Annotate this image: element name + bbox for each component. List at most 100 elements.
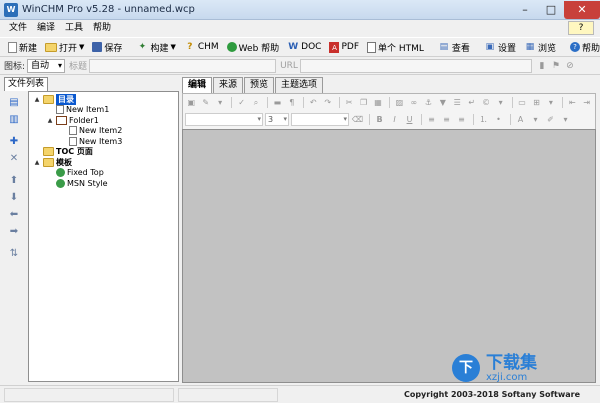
- paste-icon[interactable]: ▦: [372, 96, 384, 109]
- underline-icon[interactable]: U: [403, 113, 416, 126]
- italic-icon[interactable]: I: [388, 113, 401, 126]
- icon-select[interactable]: 自动: [27, 58, 66, 73]
- eraser-icon[interactable]: ⌫: [351, 113, 364, 126]
- copy-icon[interactable]: ❐: [357, 96, 369, 109]
- build-button[interactable]: ✦ 构建 ▼: [132, 38, 179, 56]
- dropdown-icon[interactable]: ▾: [545, 96, 557, 109]
- add-page-icon[interactable]: ▤: [6, 96, 22, 110]
- add-item-icon[interactable]: ✚: [6, 135, 22, 149]
- spell-check-icon[interactable]: ✓: [235, 96, 247, 109]
- editor-canvas[interactable]: [182, 129, 596, 383]
- redo-icon[interactable]: ↷: [321, 96, 333, 109]
- expand-toggle-icon[interactable]: ▲: [33, 96, 41, 103]
- open-button[interactable]: 打开 ▼: [41, 38, 88, 56]
- edit-icon[interactable]: ✎: [199, 96, 211, 109]
- menu-file[interactable]: 文件: [4, 20, 32, 36]
- dropdown-icon[interactable]: ▾: [494, 96, 506, 109]
- pdf-button[interactable]: A PDF: [325, 38, 363, 56]
- indent-icon[interactable]: ⇥: [581, 96, 593, 109]
- tree-item[interactable]: Fixed Top: [29, 168, 178, 179]
- align-left-icon[interactable]: ≡: [425, 113, 438, 126]
- font-color-icon[interactable]: A: [514, 113, 527, 126]
- style-select[interactable]: [291, 113, 349, 126]
- align-center-icon[interactable]: ≡: [440, 113, 453, 126]
- help-button[interactable]: ? 帮助: [566, 38, 600, 56]
- tree-item-label: Fixed Top: [67, 168, 104, 178]
- tree-item[interactable]: New Item3: [29, 136, 178, 147]
- maximize-button[interactable]: □: [538, 1, 564, 19]
- font-size-select[interactable]: 3: [265, 113, 289, 126]
- dropdown-icon[interactable]: ▾: [529, 113, 542, 126]
- filter-icon[interactable]: ▼: [437, 96, 449, 109]
- find-icon[interactable]: ⌕: [250, 96, 262, 109]
- table-icon[interactable]: ⊞: [530, 96, 542, 109]
- line-break-icon[interactable]: ↵: [465, 96, 477, 109]
- view-button[interactable]: ▤ 查看: [434, 38, 474, 56]
- chm-button[interactable]: ? CHM: [180, 38, 223, 56]
- clear-icon[interactable]: ⊘: [564, 60, 576, 72]
- outdent-icon[interactable]: ⇤: [566, 96, 578, 109]
- site-watermark: 下 下载集 xzji.com: [452, 350, 592, 386]
- tree-item[interactable]: ▲ 模板: [29, 157, 178, 168]
- menu-tools[interactable]: 工具: [60, 20, 88, 36]
- add-folder-icon[interactable]: ▥: [6, 113, 22, 127]
- tree-item[interactable]: TOC 页面: [29, 147, 178, 158]
- flag-icon[interactable]: ⚑: [550, 60, 562, 72]
- numbered-list-icon[interactable]: ⒈: [477, 113, 490, 126]
- menu-compile[interactable]: 编译: [32, 20, 60, 36]
- undo-icon[interactable]: ↶: [307, 96, 319, 109]
- move-left-icon[interactable]: ⬅: [6, 208, 22, 222]
- title-input[interactable]: [89, 58, 277, 73]
- doc-button[interactable]: W DOC: [283, 38, 325, 56]
- image-icon[interactable]: ▨: [393, 96, 405, 109]
- close-button[interactable]: ✕: [564, 0, 600, 19]
- tree-item[interactable]: MSN Style: [29, 178, 178, 189]
- dropdown-icon[interactable]: ▾: [559, 113, 572, 126]
- link-icon[interactable]: ∞: [408, 96, 420, 109]
- bullet-list-icon[interactable]: •: [492, 113, 505, 126]
- symbol-icon[interactable]: ©: [480, 96, 492, 109]
- tree-item[interactable]: ▲ Folder1: [29, 115, 178, 126]
- move-down-icon[interactable]: ⬇: [6, 191, 22, 205]
- tree-item[interactable]: ▲ 目录: [29, 93, 178, 105]
- align-right-icon[interactable]: ≡: [455, 113, 468, 126]
- list-icon[interactable]: ☰: [451, 96, 463, 109]
- cut-icon[interactable]: ✂: [343, 96, 355, 109]
- save-icon[interactable]: ▣: [185, 96, 197, 109]
- menu-help[interactable]: 帮助: [88, 20, 116, 36]
- settings-button[interactable]: ▣ 设置: [480, 38, 520, 56]
- tree-item[interactable]: New Item2: [29, 126, 178, 137]
- build-dropdown-icon[interactable]: ▼: [170, 43, 175, 51]
- tree-item[interactable]: New Item1: [29, 105, 178, 116]
- horizontal-rule-icon[interactable]: ▬: [271, 96, 283, 109]
- tab-source[interactable]: 来源: [213, 77, 244, 93]
- browse-button[interactable]: ▦ 浏览: [520, 38, 560, 56]
- font-name-select[interactable]: [185, 113, 263, 126]
- tab-file-list[interactable]: 文件列表: [4, 77, 49, 91]
- expand-toggle-icon[interactable]: ▲: [46, 117, 54, 124]
- expand-toggle-icon[interactable]: ▲: [33, 159, 41, 166]
- new-button[interactable]: 新建: [4, 38, 41, 56]
- delete-icon[interactable]: ✕: [6, 152, 22, 166]
- open-dropdown-icon[interactable]: ▼: [79, 43, 84, 51]
- move-right-icon[interactable]: ➡: [6, 225, 22, 239]
- dropdown-icon[interactable]: ▾: [214, 96, 226, 109]
- minimize-button[interactable]: –: [512, 1, 538, 19]
- tab-preview[interactable]: 预览: [244, 77, 275, 93]
- form-icon[interactable]: ▭: [516, 96, 528, 109]
- url-input[interactable]: [299, 58, 532, 73]
- page-icon[interactable]: ▮: [536, 60, 548, 72]
- move-up-icon[interactable]: ⬆: [6, 174, 22, 188]
- save-button[interactable]: 保存: [88, 38, 126, 56]
- bold-icon[interactable]: B: [373, 113, 386, 126]
- tab-topic-options[interactable]: 主题选项: [275, 77, 324, 93]
- sort-icon[interactable]: ⇅: [6, 247, 22, 261]
- paragraph-icon[interactable]: ¶: [286, 96, 298, 109]
- highlight-icon[interactable]: ✐: [544, 113, 557, 126]
- tab-edit[interactable]: 编辑: [182, 77, 213, 93]
- web-help-button[interactable]: Web 帮助: [223, 38, 283, 56]
- open-label: 打开: [59, 43, 78, 54]
- help-badge-icon[interactable]: ?: [568, 21, 594, 35]
- anchor-icon[interactable]: ⚓: [422, 96, 434, 109]
- single-html-button[interactable]: 单个 HTML: [363, 38, 428, 56]
